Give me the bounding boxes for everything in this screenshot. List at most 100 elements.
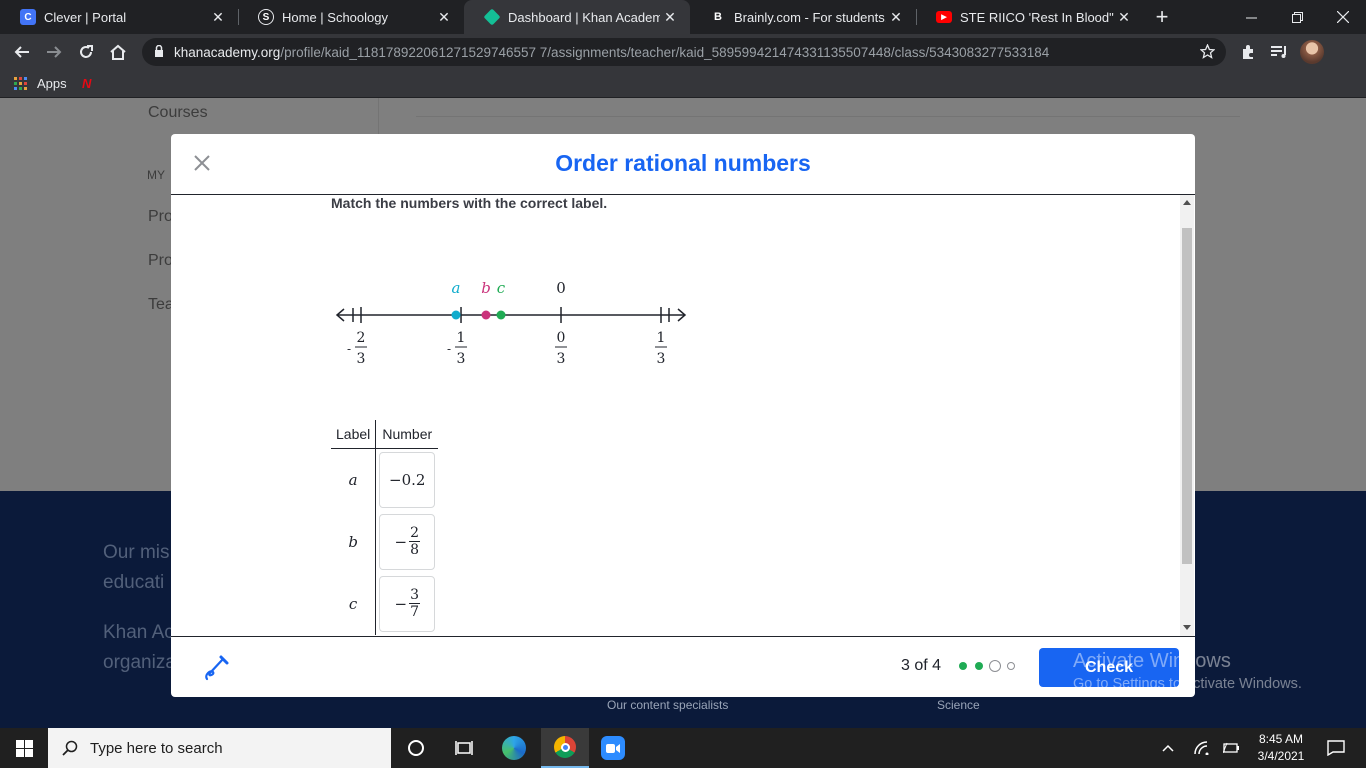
number-tile[interactable]: − 37 bbox=[379, 575, 436, 632]
footer-text: Our mis bbox=[103, 542, 170, 563]
number-tile[interactable]: −0.2 bbox=[379, 451, 436, 508]
activate-windows-watermark: Activate Windows bbox=[1073, 650, 1231, 672]
tick-label-denominator: 3 bbox=[457, 351, 466, 367]
clock-date: 3/4/2021 bbox=[1257, 749, 1305, 763]
footer-link-science: Science bbox=[937, 698, 980, 712]
tab-title: Clever | Portal bbox=[44, 9, 127, 25]
fraction: 37 bbox=[409, 587, 421, 620]
progress-dot-current bbox=[989, 660, 1001, 672]
footer-text: Khan Ac bbox=[103, 622, 174, 643]
bookmark-star-icon[interactable] bbox=[1199, 43, 1216, 64]
table-row: b − 28 bbox=[331, 510, 438, 573]
point-label-b: b bbox=[481, 279, 491, 297]
close-tab-icon[interactable]: ✕ bbox=[208, 9, 228, 26]
row-label: c bbox=[331, 572, 377, 635]
new-tab-icon[interactable]: + bbox=[1142, 0, 1182, 34]
minimize-window-icon[interactable] bbox=[1228, 0, 1274, 34]
scroll-up-icon[interactable] bbox=[1183, 199, 1191, 205]
table-header-number: Number bbox=[375, 420, 439, 449]
activate-windows-subtext: Go to Settings to activate Windows. bbox=[1073, 676, 1302, 692]
close-tab-icon[interactable]: ✕ bbox=[660, 9, 680, 26]
edge-browser-icon[interactable] bbox=[490, 728, 538, 768]
table-header-label: Label bbox=[331, 420, 377, 449]
search-placeholder: Type here to search bbox=[90, 739, 223, 757]
close-window-icon[interactable] bbox=[1320, 0, 1366, 34]
clock-time: 8:45 AM bbox=[1258, 732, 1304, 746]
number-line: -23-1303130a b c bbox=[335, 279, 687, 367]
taskbar-search-box[interactable]: Type here to search bbox=[48, 728, 391, 768]
tab-title: STE RIICO 'Rest In Blood" Previ bbox=[960, 9, 1114, 25]
youtube-favicon-icon: ▶ bbox=[936, 11, 952, 23]
tab-schoology[interactable]: S Home | Schoology ✕ bbox=[238, 0, 464, 34]
sidebar-item: Tea bbox=[148, 296, 174, 313]
chrome-browser-icon[interactable] bbox=[541, 728, 589, 768]
media-playlist-icon[interactable] bbox=[1265, 38, 1293, 66]
windows-start-icon[interactable] bbox=[0, 728, 48, 768]
point-label-a: a bbox=[452, 279, 461, 297]
tab-title: Brainly.com - For students. By s bbox=[734, 9, 886, 25]
address-bar[interactable]: khanacademy.org/profile/kaid_11817892206… bbox=[142, 38, 1226, 66]
modal-title: Order rational numbers bbox=[555, 150, 811, 176]
content-divider bbox=[416, 116, 1240, 117]
notifications-icon[interactable] bbox=[1316, 728, 1356, 768]
content-scrollbar[interactable] bbox=[1180, 195, 1194, 636]
tick-label-denominator: 3 bbox=[557, 351, 566, 367]
restore-window-icon[interactable] bbox=[1274, 0, 1320, 34]
home-icon[interactable] bbox=[104, 38, 132, 66]
khan-academy-favicon-icon bbox=[483, 8, 501, 26]
bookmarks-bar: Apps N bbox=[0, 70, 1366, 98]
tab-title: Home | Schoology bbox=[282, 9, 388, 25]
sidebar-item: Pro bbox=[148, 252, 173, 269]
cortana-icon[interactable] bbox=[392, 728, 440, 768]
scrollbar-thumb[interactable] bbox=[1182, 228, 1192, 564]
footer-text: educati bbox=[103, 572, 165, 593]
apps-bookmark[interactable]: Apps bbox=[37, 76, 67, 91]
zero-label: 0 bbox=[556, 279, 566, 297]
apps-grid-icon[interactable] bbox=[14, 77, 28, 96]
task-view-icon[interactable] bbox=[440, 728, 488, 768]
sidebar-my-heading: MY bbox=[147, 168, 165, 182]
tab-khan-academy[interactable]: Dashboard | Khan Academy ✕ bbox=[464, 0, 690, 34]
fraction: 28 bbox=[409, 525, 421, 558]
tick-label-denominator: 3 bbox=[357, 351, 366, 367]
point-c bbox=[496, 310, 506, 320]
close-tab-icon[interactable]: ✕ bbox=[434, 9, 454, 26]
tab-brainly[interactable]: B Brainly.com - For students. By s ✕ bbox=[690, 0, 916, 34]
close-tab-icon[interactable]: ✕ bbox=[886, 9, 906, 26]
number-tile[interactable]: − 28 bbox=[379, 513, 436, 570]
point-a bbox=[451, 310, 461, 320]
tick-label-sign: - bbox=[447, 342, 451, 356]
tab-clever[interactable]: C Clever | Portal ✕ bbox=[0, 0, 238, 34]
tick-label-numerator: 2 bbox=[357, 330, 366, 346]
profile-avatar[interactable] bbox=[1298, 38, 1326, 66]
back-icon[interactable] bbox=[8, 38, 36, 66]
windows-taskbar: Type here to search 8:45 AM 3/4/2021 bbox=[0, 728, 1366, 768]
lock-icon bbox=[154, 44, 164, 63]
tick-label-numerator: 1 bbox=[457, 330, 466, 346]
reload-icon[interactable] bbox=[72, 38, 100, 66]
progress-dot-upcoming bbox=[1007, 662, 1015, 670]
scroll-down-icon[interactable] bbox=[1183, 625, 1191, 631]
exercise-modal: Order rational numbers Match the numbers… bbox=[171, 134, 1195, 697]
tab-title: Dashboard | Khan Academy bbox=[508, 9, 660, 25]
zoom-app-icon[interactable] bbox=[589, 728, 637, 768]
row-label: a bbox=[331, 448, 377, 511]
progress-dot-complete bbox=[959, 662, 967, 670]
tick-label-numerator: 1 bbox=[657, 330, 666, 346]
browser-tab-strip: C Clever | Portal ✕ S Home | Schoology ✕… bbox=[0, 0, 1366, 34]
tick-label-denominator: 3 bbox=[657, 351, 666, 367]
forward-icon[interactable] bbox=[40, 38, 68, 66]
close-tab-icon[interactable]: ✕ bbox=[1114, 9, 1134, 26]
table-row: c − 37 bbox=[331, 572, 438, 635]
instruction-text: Match the numbers with the correct label… bbox=[331, 195, 608, 211]
tab-youtube[interactable]: ▶ STE RIICO 'Rest In Blood" Previ ✕ bbox=[916, 0, 1144, 34]
footer-text: organiza bbox=[103, 652, 176, 673]
footer-link-content-specialists: Our content specialists bbox=[607, 698, 729, 712]
netflix-bookmark-icon[interactable]: N bbox=[82, 76, 91, 91]
scratchpad-pencil-icon[interactable] bbox=[201, 653, 231, 683]
row-label: b bbox=[331, 510, 377, 573]
sidebar-item: Pro bbox=[148, 208, 173, 225]
extensions-icon[interactable] bbox=[1234, 38, 1262, 66]
system-clock[interactable]: 8:45 AM 3/4/2021 bbox=[1246, 731, 1316, 765]
progress-counter: 3 of 4 bbox=[901, 657, 942, 674]
